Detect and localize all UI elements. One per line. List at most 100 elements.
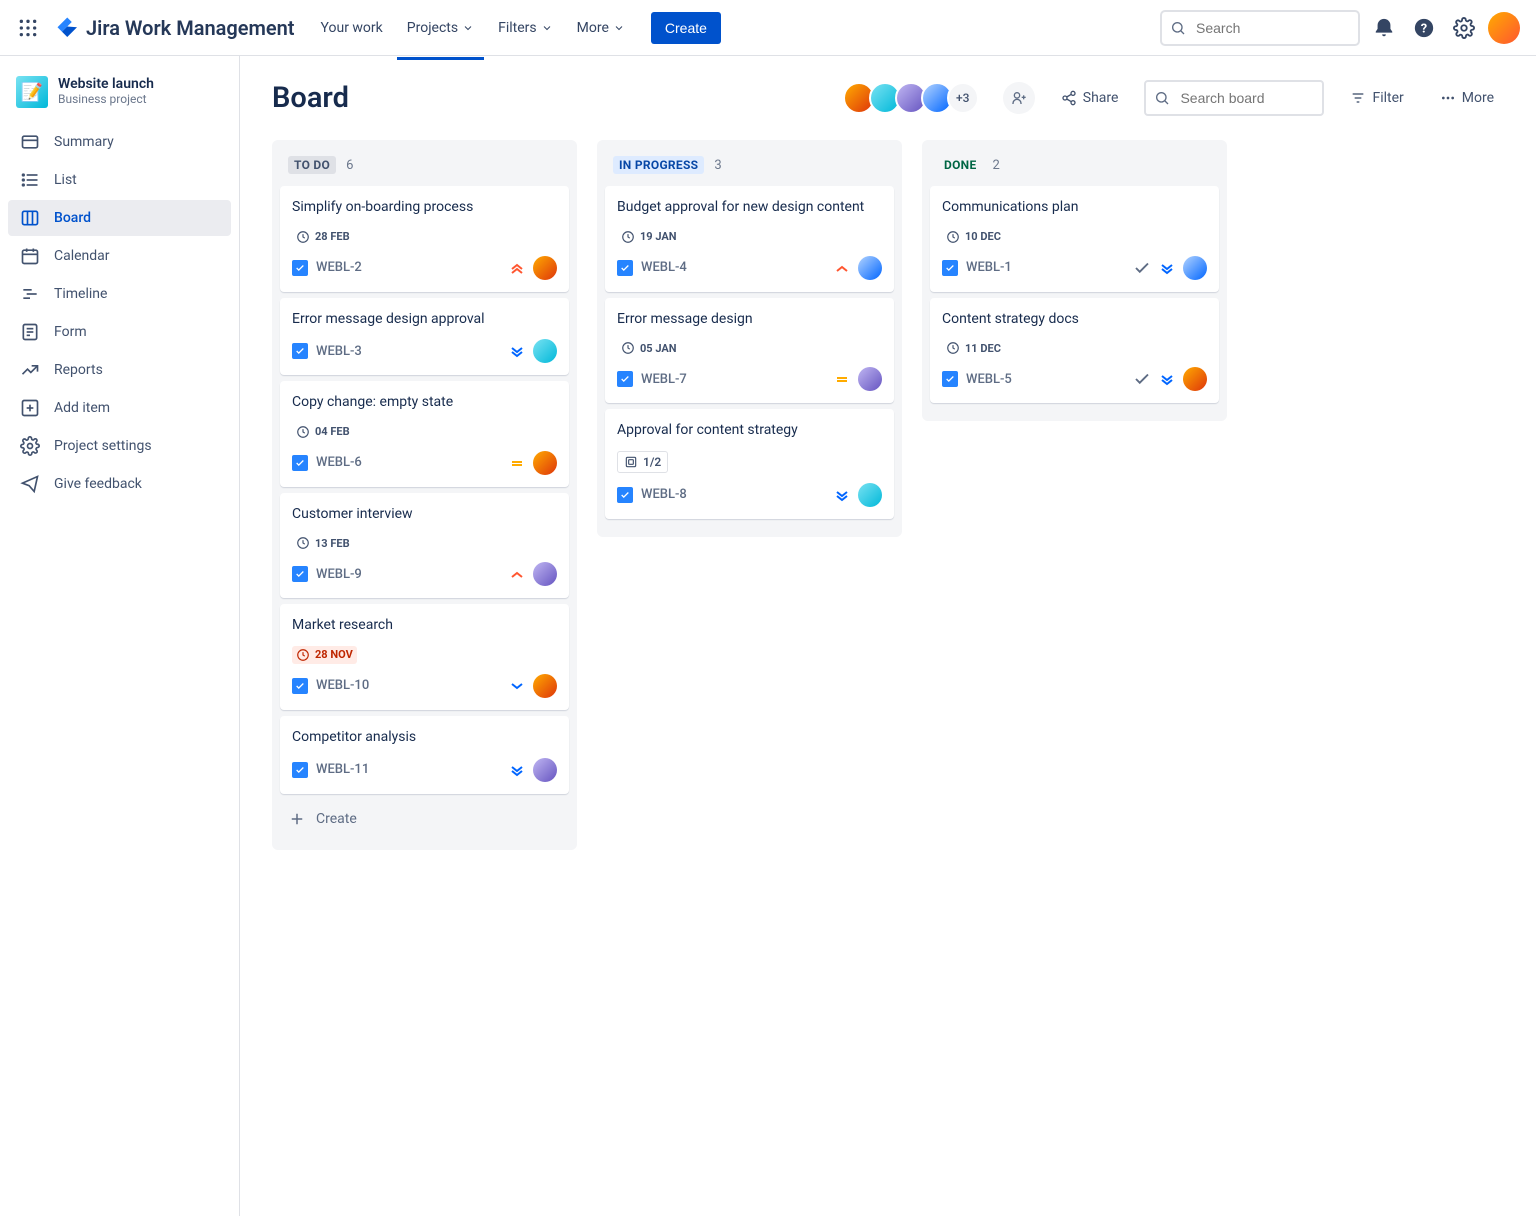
date-chip: 05 JAN (617, 339, 681, 357)
card[interactable]: Content strategy docs 11 DEC WEBL-5 (930, 298, 1219, 404)
project-header[interactable]: 📝 Website launch Business project (8, 72, 231, 124)
create-button[interactable]: Create (651, 12, 721, 44)
create-card-button[interactable]: Create (280, 800, 569, 838)
jira-logo[interactable]: Jira Work Management (56, 16, 295, 40)
assignee-avatar[interactable] (1183, 256, 1207, 280)
settings-icon[interactable] (1448, 12, 1480, 44)
column-progress: IN PROGRESS 3 Budget approval for new de… (597, 140, 902, 537)
nav-more[interactable]: More (567, 12, 635, 44)
card-footer: WEBL-1 (942, 256, 1207, 280)
sidebar-form[interactable]: Form (8, 314, 231, 350)
task-key: WEBL-11 (316, 762, 369, 777)
nav-projects[interactable]: Projects (397, 12, 484, 44)
card-footer: WEBL-3 (292, 339, 557, 363)
date-chip: 28 NOV (292, 646, 357, 664)
card-title: Budget approval for new design content (617, 198, 882, 218)
assignee-avatar[interactable] (533, 256, 557, 280)
card[interactable]: Competitor analysis WEBL-11 (280, 716, 569, 794)
card[interactable]: Budget approval for new design content 1… (605, 186, 894, 292)
priority-icon (509, 678, 525, 694)
more-button[interactable]: More (1430, 84, 1504, 112)
card-title: Error message design approval (292, 310, 557, 330)
card-title: Competitor analysis (292, 728, 557, 748)
assignee-avatar[interactable] (533, 562, 557, 586)
top-nav: Jira Work Management Your work Projects … (0, 0, 1536, 56)
global-search (1160, 10, 1360, 46)
card-title: Customer interview (292, 505, 557, 525)
card[interactable]: Approval for content strategy 1/2 WEBL-8 (605, 409, 894, 519)
add-user-button[interactable] (1003, 82, 1035, 114)
project-name: Website launch (58, 76, 154, 92)
assignee-avatar[interactable] (858, 483, 882, 507)
assignee-avatar[interactable] (858, 256, 882, 280)
help-icon[interactable]: ? (1408, 12, 1440, 44)
task-type-icon (292, 566, 308, 582)
calendar-icon (20, 246, 40, 266)
date-chip: 11 DEC (942, 339, 1005, 357)
search-input[interactable] (1160, 10, 1360, 46)
date-chip: 04 FEB (292, 423, 354, 441)
sidebar-project-settings[interactable]: Project settings (8, 428, 231, 464)
filter-button[interactable]: Filter (1340, 84, 1413, 112)
clock-icon (296, 648, 310, 662)
board-header: Board +3 Share Filter More (272, 80, 1504, 116)
clock-icon (296, 230, 310, 244)
card-footer: WEBL-8 (617, 483, 882, 507)
add-user-icon (1011, 90, 1027, 106)
task-type-icon (942, 260, 958, 276)
card[interactable]: Communications plan 10 DEC WEBL-1 (930, 186, 1219, 292)
nav-your-work[interactable]: Your work (311, 12, 393, 44)
assignee-avatar[interactable] (533, 339, 557, 363)
assignee-avatar[interactable] (858, 367, 882, 391)
task-type-icon (292, 455, 308, 471)
card[interactable]: Market research 28 NOV WEBL-10 (280, 604, 569, 710)
share-button[interactable]: Share (1051, 84, 1129, 112)
card-footer: WEBL-6 (292, 451, 557, 475)
board-icon (20, 208, 40, 228)
apps-switcher-icon[interactable] (16, 16, 40, 40)
add-icon (20, 398, 40, 418)
sidebar-reports[interactable]: Reports (8, 352, 231, 388)
priority-icon (509, 343, 525, 359)
sidebar-give-feedback[interactable]: Give feedback (8, 466, 231, 502)
card[interactable]: Error message design 05 JAN WEBL-7 (605, 298, 894, 404)
task-key: WEBL-3 (316, 344, 362, 359)
board-search-input[interactable] (1144, 80, 1324, 116)
task-key: WEBL-1 (966, 260, 1012, 275)
done-check-icon (1133, 259, 1151, 277)
task-type-icon (292, 260, 308, 276)
gear-icon (20, 436, 40, 456)
card[interactable]: Copy change: empty state 04 FEB WEBL-6 (280, 381, 569, 487)
board-search (1144, 80, 1324, 116)
user-avatar[interactable] (1488, 12, 1520, 44)
card-footer: WEBL-10 (292, 674, 557, 698)
board-columns: TO DO 6 Simplify on-boarding process 28 … (272, 140, 1504, 850)
assignee-avatar[interactable] (1183, 367, 1207, 391)
nav-filters[interactable]: Filters (488, 12, 563, 44)
assignee-avatar[interactable] (533, 758, 557, 782)
card-title: Communications plan (942, 198, 1207, 218)
project-icon: 📝 (16, 76, 48, 108)
assignee-avatar[interactable] (533, 674, 557, 698)
card-title: Copy change: empty state (292, 393, 557, 413)
card[interactable]: Simplify on-boarding process 28 FEB WEBL… (280, 186, 569, 292)
task-key: WEBL-5 (966, 372, 1012, 387)
card[interactable]: Error message design approval WEBL-3 (280, 298, 569, 376)
notifications-icon[interactable] (1368, 12, 1400, 44)
sidebar-board[interactable]: Board (8, 200, 231, 236)
sidebar-add-item[interactable]: Add item (8, 390, 231, 426)
subtask-chip: 1/2 (617, 451, 668, 473)
sidebar-calendar[interactable]: Calendar (8, 238, 231, 274)
sidebar-list[interactable]: List (8, 162, 231, 198)
sidebar-summary[interactable]: Summary (8, 124, 231, 160)
card[interactable]: Customer interview 13 FEB WEBL-9 (280, 493, 569, 599)
sidebar-timeline[interactable]: Timeline (8, 276, 231, 312)
share-icon (1061, 90, 1077, 106)
task-type-icon (292, 678, 308, 694)
column-name: TO DO (288, 156, 336, 174)
card-footer: WEBL-11 (292, 758, 557, 782)
task-type-icon (617, 487, 633, 503)
task-type-icon (942, 371, 958, 387)
assignee-avatar[interactable] (533, 451, 557, 475)
member-avatar-more[interactable]: +3 (947, 82, 979, 114)
